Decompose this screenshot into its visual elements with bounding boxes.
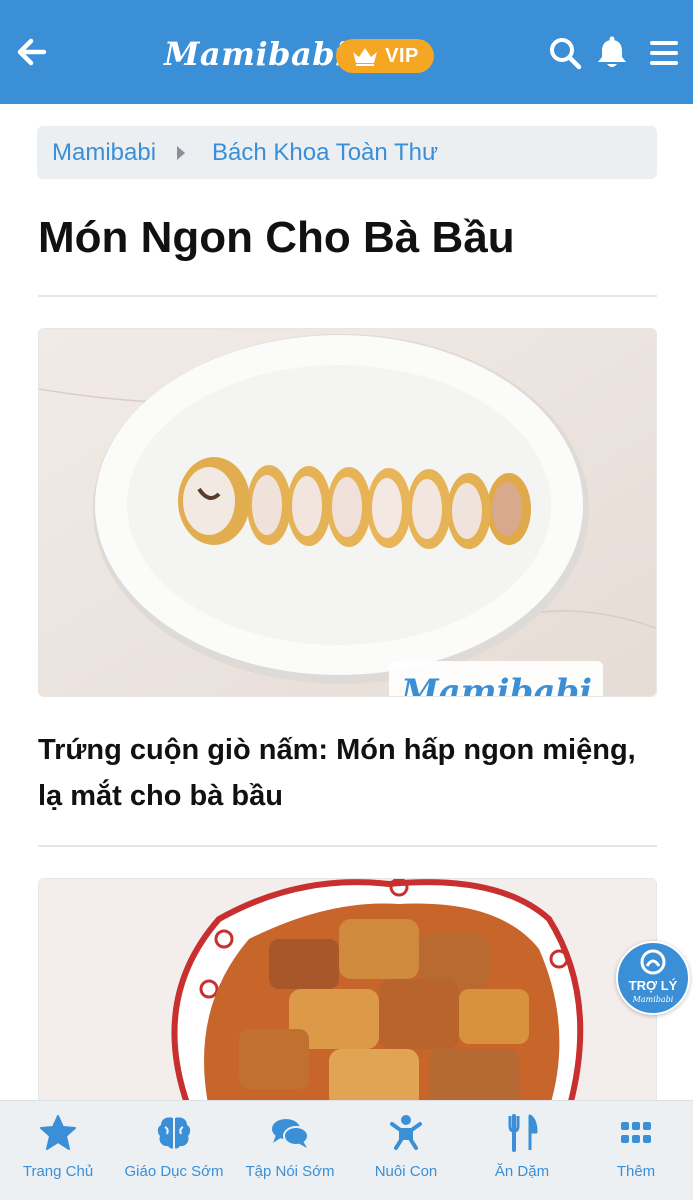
title-divider [38,295,657,297]
assistant-sublabel: Mamibabi [632,995,674,1004]
nav-item-parenting[interactable]: Nuôi Con [348,1101,464,1200]
breadcrumb-item-home[interactable]: Mamibabi [52,139,156,167]
breadcrumb-separator [176,145,186,161]
article-image-2[interactable] [38,878,657,1108]
crown-icon [353,48,378,66]
breadcrumb-item-encyclopedia[interactable]: Bách Khoa Toàn Thư [212,139,438,167]
back-button[interactable] [12,32,52,72]
page-title: Món Ngon Cho Bà Bầu [38,213,515,262]
article-title-1[interactable]: Trứng cuộn giò nấm: Món hấp ngon miệng, … [38,727,658,819]
caret-right-icon [177,145,186,160]
nav-label-more: Thêm [616,1163,656,1180]
brain-icon [157,1117,191,1149]
vip-badge[interactable]: VIP [336,39,434,73]
nav-item-early-speech[interactable]: Tập Nói Sớm [232,1101,348,1200]
article-image-1[interactable]: Mamibabi [38,328,657,697]
braised-dish-image [39,879,656,1107]
chat-bubbles-icon [272,1119,309,1148]
image-watermark: Mamibabi [400,672,592,697]
search-icon [550,38,582,70]
assistant-label: TRỢ LÝ [628,978,678,993]
nav-item-weaning[interactable]: Ăn Dặm [464,1101,580,1200]
nav-label-home: Trang Chủ [22,1163,94,1180]
nav-label-weaning: Ăn Dặm [494,1163,550,1180]
nav-label-early-speech: Tập Nói Sớm [245,1163,335,1180]
menu-button[interactable] [648,38,680,68]
article-divider [38,845,657,847]
vip-label: VIP [385,44,419,67]
star-icon [40,1115,76,1150]
egg-roll-dish-image: Mamibabi [39,329,656,697]
breadcrumb: Mamibabi Bách Khoa Toàn Thư [37,126,657,179]
nav-label-early-education: Giáo Dục Sớm [124,1163,224,1180]
grid-icon [621,1122,651,1143]
baby-icon [390,1115,422,1150]
hamburger-menu-icon [650,41,678,65]
back-arrow-icon [17,38,47,66]
nav-item-more[interactable]: Thêm [578,1101,693,1200]
search-button[interactable] [548,36,582,70]
assistant-icon [640,949,666,975]
bell-icon [598,36,626,67]
assistant-button[interactable]: TRỢ LÝ Mamibabi [616,941,690,1015]
nav-label-parenting: Nuôi Con [374,1163,438,1180]
logo[interactable]: Mamibabi [164,34,348,74]
nav-item-early-education[interactable]: Giáo Dục Sớm [116,1101,232,1200]
nav-item-home[interactable]: Trang Chủ [0,1101,116,1200]
top-bar: Mamibabi VIP [0,0,693,104]
notifications-button[interactable] [596,36,628,70]
page: Mamibabi VIP Mamibabi Bách Khoa Toàn Thư… [0,0,693,1200]
bottom-nav: Trang Chủ Giáo Dục Sớm Tập Nói Sớm Nuôi … [0,1100,693,1200]
fork-knife-icon [508,1114,538,1152]
